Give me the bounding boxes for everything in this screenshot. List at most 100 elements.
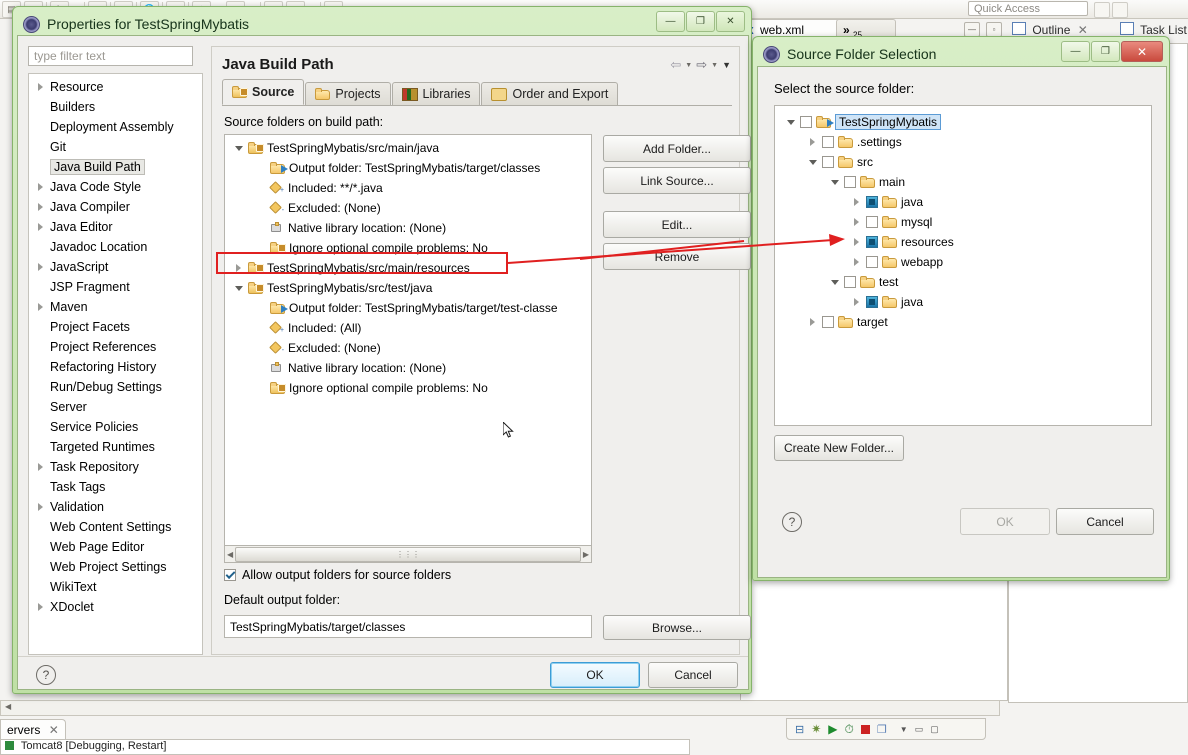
create-new-folder-button[interactable]: Create New Folder... xyxy=(774,435,904,461)
source-folder-row[interactable]: Native library location: (None) xyxy=(225,358,591,378)
sidebar-item-targeted-runtimes[interactable]: Targeted Runtimes xyxy=(29,437,202,457)
properties-dialog[interactable]: Properties for TestSpringMybatis — ❐ ✕ t… xyxy=(12,6,752,694)
collapse-all-icon[interactable]: ⊟ xyxy=(795,723,804,736)
sidebar-item-resource[interactable]: Resource xyxy=(29,77,202,97)
source-list-hscrollbar[interactable]: ◀ ⋮⋮⋮ ▶ xyxy=(224,546,592,563)
sidebar-item-java-compiler[interactable]: Java Compiler xyxy=(29,197,202,217)
sidebar-item-project-facets[interactable]: Project Facets xyxy=(29,317,202,337)
close-icon[interactable]: ✕ xyxy=(1121,41,1163,62)
expand-twisty-icon[interactable] xyxy=(851,298,862,306)
folder-tree-item-resources[interactable]: resources xyxy=(775,232,1151,252)
sidebar-item-web-page-editor[interactable]: Web Page Editor xyxy=(29,537,202,557)
tab-source[interactable]: Source xyxy=(222,79,305,105)
sidebar-item-java-build-path[interactable]: Java Build Path xyxy=(29,157,202,177)
folder-tree-item-test[interactable]: test xyxy=(775,272,1151,292)
sidebar-item-wikitext[interactable]: WikiText xyxy=(29,577,202,597)
folder-checkbox[interactable] xyxy=(844,176,856,188)
collapse-twisty-icon[interactable] xyxy=(829,279,840,285)
sidebar-item-builders[interactable]: Builders xyxy=(29,97,202,117)
back-arrow-icon[interactable]: ⇦ xyxy=(670,57,681,73)
folder-tree-item-java[interactable]: java xyxy=(775,292,1151,312)
edit-button[interactable]: Edit... xyxy=(603,211,751,238)
properties-dialog-titlebar[interactable]: Properties for TestSpringMybatis xyxy=(17,11,747,37)
cancel-button[interactable]: Cancel xyxy=(648,662,738,688)
folder-tree-item-settings[interactable]: .settings xyxy=(775,132,1151,152)
help-icon[interactable]: ? xyxy=(36,665,56,685)
folder-tree-item-webapp[interactable]: webapp xyxy=(775,252,1151,272)
sidebar-item-java-editor[interactable]: Java Editor xyxy=(29,217,202,237)
source-folder-row[interactable]: - Excluded: (None) xyxy=(225,198,591,218)
maximize-icon[interactable]: ❐ xyxy=(1091,41,1120,62)
folder-tree[interactable]: TestSpringMybatis .settings src main java mys… xyxy=(774,105,1152,426)
collapse-twisty-icon[interactable] xyxy=(785,119,796,125)
filter-input[interactable]: type filter text xyxy=(28,46,193,66)
maximize-icon[interactable]: ▫ xyxy=(986,22,1002,37)
sidebar-item-xdoclet[interactable]: XDoclet xyxy=(29,597,202,617)
sidebar-item-javascript[interactable]: JavaScript xyxy=(29,257,202,277)
collapse-twisty-icon[interactable] xyxy=(807,159,818,165)
view-menu-icon[interactable]: ▼ xyxy=(722,60,731,70)
expand-twisty-icon[interactable] xyxy=(35,223,46,231)
source-folder-row[interactable]: Output folder: TestSpringMybatis/target/… xyxy=(225,158,591,178)
source-folder-row[interactable]: - Excluded: (None) xyxy=(225,338,591,358)
folder-tree-item-mysql[interactable]: mysql xyxy=(775,212,1151,232)
folder-checkbox-checked[interactable] xyxy=(866,196,878,208)
source-folder-row[interactable]: Output folder: TestSpringMybatis/target/… xyxy=(225,298,591,318)
sidebar-item-validation[interactable]: Validation xyxy=(29,497,202,517)
add-folder-button[interactable]: Add Folder... xyxy=(603,135,751,162)
folder-checkbox[interactable] xyxy=(822,156,834,168)
expand-twisty-icon[interactable] xyxy=(851,258,862,266)
expand-twisty-icon[interactable] xyxy=(851,238,862,246)
debug-icon[interactable]: ✷ xyxy=(811,722,821,736)
expand-twisty-icon[interactable] xyxy=(851,198,862,206)
collapse-twisty-icon[interactable] xyxy=(233,145,244,151)
tab-order-and-export[interactable]: Order and Export xyxy=(481,82,619,105)
forward-dropdown-icon[interactable]: ▼ xyxy=(711,62,718,69)
sidebar-item-task-repository[interactable]: Task Repository xyxy=(29,457,202,477)
folder-tree-item-java[interactable]: java xyxy=(775,192,1151,212)
quick-access-input[interactable]: Quick Access xyxy=(968,1,1088,16)
expand-twisty-icon[interactable] xyxy=(35,503,46,511)
folder-checkbox[interactable] xyxy=(822,316,834,328)
source-folder-row[interactable]: Ignore optional compile problems: No xyxy=(225,378,591,398)
sidebar-item-service-policies[interactable]: Service Policies xyxy=(29,417,202,437)
browse-button[interactable]: Browse... xyxy=(603,615,751,640)
collapse-twisty-icon[interactable] xyxy=(829,179,840,185)
ok-button-2[interactable]: OK xyxy=(960,508,1050,535)
minimize-icon[interactable]: — xyxy=(656,11,685,32)
sidebar-item-git[interactable]: Git xyxy=(29,137,202,157)
expand-twisty-icon[interactable] xyxy=(35,183,46,191)
link-source-button[interactable]: Link Source... xyxy=(603,167,751,194)
tab-projects[interactable]: Projects xyxy=(305,82,391,105)
help-icon-2[interactable]: ? xyxy=(782,512,802,532)
sidebar-item-run-debug-settings[interactable]: Run/Debug Settings xyxy=(29,377,202,397)
remove-button[interactable]: Remove xyxy=(603,243,751,270)
expand-twisty-icon[interactable] xyxy=(35,203,46,211)
minimize-icon[interactable]: — xyxy=(1061,41,1090,62)
folder-checkbox-checked[interactable] xyxy=(866,236,878,248)
scroll-right-icon[interactable]: ▶ xyxy=(583,550,589,559)
tab-libraries[interactable]: Libraries xyxy=(391,82,481,105)
folder-tree-item-src[interactable]: src xyxy=(775,152,1151,172)
sidebar-item-task-tags[interactable]: Task Tags xyxy=(29,477,202,497)
sidebar-item-jsp-fragment[interactable]: JSP Fragment xyxy=(29,277,202,297)
folder-checkbox[interactable] xyxy=(800,116,812,128)
sidebar-item-java-code-style[interactable]: Java Code Style xyxy=(29,177,202,197)
quick-access-gear-icon[interactable] xyxy=(1094,2,1110,18)
source-folder-selection-dialog[interactable]: Source Folder Selection — ❐ ✕ Select the… xyxy=(752,36,1170,581)
close-icon[interactable]: ✕ xyxy=(716,11,745,32)
back-dropdown-icon[interactable]: ▼ xyxy=(685,62,692,69)
forward-arrow-icon[interactable]: ⇨ xyxy=(696,57,707,73)
sidebar-item-project-references[interactable]: Project References xyxy=(29,337,202,357)
minimize-icon-bt[interactable]: ▭ xyxy=(915,724,924,735)
sidebar-item-web-content-settings[interactable]: Web Content Settings xyxy=(29,517,202,537)
folder-checkbox[interactable] xyxy=(866,256,878,268)
source-folder-row[interactable]: TestSpringMybatis/src/test/java xyxy=(225,278,591,298)
expand-twisty-icon[interactable] xyxy=(807,318,818,326)
expand-twisty-icon[interactable] xyxy=(35,263,46,271)
folder-tree-item-testspringmybatis[interactable]: TestSpringMybatis xyxy=(775,112,1151,132)
view-tab-servers[interactable]: ervers ✕ xyxy=(0,719,66,741)
expand-twisty-icon[interactable] xyxy=(35,303,46,311)
sidebar-item-javadoc-location[interactable]: Javadoc Location xyxy=(29,237,202,257)
source-folder-row[interactable]: + Included: **/*.java xyxy=(225,178,591,198)
